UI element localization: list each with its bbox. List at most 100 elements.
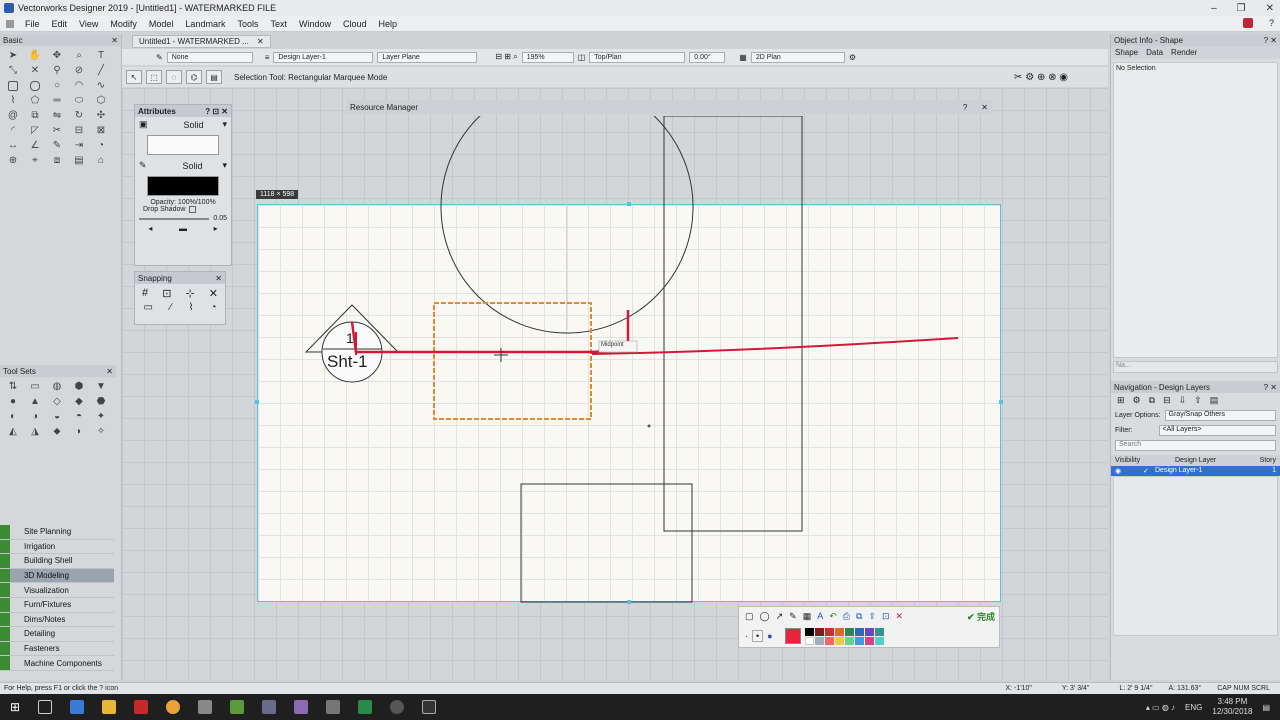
copy-annot-icon[interactable]: ⧉ bbox=[856, 611, 862, 622]
notifications-icon[interactable]: ▤ bbox=[1262, 703, 1270, 712]
annotation-toolbar: ▢ ◯ ↗ ✎ ▦ A ↶ ⎙ ⧉ ⇪ ⊡ ✕ ✔ 完成 · • ● bbox=[738, 606, 1000, 648]
notes-icon[interactable] bbox=[230, 700, 245, 714]
layer-row-story: 1 bbox=[1272, 467, 1276, 474]
console-icon[interactable] bbox=[422, 700, 437, 714]
selection-status: No Selection bbox=[1116, 65, 1156, 72]
object-info-title: Object Info - Shape bbox=[1114, 35, 1183, 45]
filter-label: Filter: bbox=[1115, 427, 1133, 434]
vectorworks-taskbar-icon[interactable] bbox=[390, 700, 405, 714]
visibility-eye-icon[interactable]: ◉ bbox=[1115, 467, 1143, 475]
color-palette[interactable] bbox=[804, 627, 884, 645]
done-annot-label: 完成 bbox=[976, 611, 995, 622]
size-medium-icon[interactable]: • bbox=[752, 630, 764, 642]
share-annot-icon[interactable]: ⇪ bbox=[868, 611, 876, 622]
layer-row-name: Design Layer-1 bbox=[1155, 467, 1203, 474]
nav-new-icon[interactable]: ⊞ bbox=[1117, 395, 1125, 406]
nav-export-icon[interactable]: ⇧ bbox=[1194, 395, 1202, 406]
navigation-title: Navigation - Design Layers bbox=[1114, 382, 1211, 392]
section-marker-number: 1 bbox=[346, 330, 354, 346]
ellipse-annot-icon[interactable]: ◯ bbox=[760, 611, 770, 622]
rect-annot-icon[interactable]: ▢ bbox=[745, 611, 754, 622]
layer-row[interactable]: ◉ ✓ Design Layer-1 1 bbox=[1111, 466, 1280, 476]
nav-edit-icon[interactable]: ⚙ bbox=[1133, 395, 1141, 406]
taskbar: ⊞ ▴ ▭ ◍ ♪ ENG 3:48 PM 12/30/2018 ▤ bbox=[0, 694, 1280, 720]
status-bar: For Help, press F1 or click the ? icon X… bbox=[0, 682, 1280, 694]
clock[interactable]: 3:48 PM 12/30/2018 bbox=[1212, 697, 1252, 717]
red-annotation-line bbox=[591, 337, 959, 355]
settings-icon[interactable] bbox=[326, 700, 341, 714]
navigation-toolbar: ⊞ ⚙ ⧉ ⊟ ⇩ ⇧ ▤ bbox=[1111, 393, 1280, 408]
app-icon[interactable] bbox=[198, 700, 213, 714]
col-story[interactable]: Story bbox=[1260, 457, 1276, 464]
bottom-rectangle bbox=[520, 483, 693, 603]
x-coordinate: X: -1'10" bbox=[1005, 685, 1032, 692]
layer-options-select[interactable]: Gray/Snap Others bbox=[1164, 410, 1276, 421]
active-check-icon: ✓ bbox=[1143, 468, 1149, 475]
clock-time: 3:48 PM bbox=[1217, 697, 1248, 706]
pin-annot-icon[interactable]: ⊡ bbox=[882, 611, 890, 622]
object-info-tabs: Shape Data Render bbox=[1111, 46, 1280, 59]
acrobat-icon[interactable] bbox=[134, 700, 149, 714]
drawing-geometry bbox=[255, 116, 1003, 604]
section-marker-sheet: Sht-1 bbox=[327, 352, 368, 371]
nav-delete-icon[interactable]: ⊟ bbox=[1163, 395, 1171, 406]
canvas-handle bbox=[999, 400, 1003, 404]
nav-import-icon[interactable]: ⇩ bbox=[1179, 395, 1187, 406]
filter-select[interactable]: <All Layers> bbox=[1158, 425, 1276, 436]
tab-data[interactable]: Data bbox=[1146, 48, 1163, 57]
key-indicators: CAP NUM SCRL bbox=[1217, 685, 1270, 692]
navigation-header: Navigation - Design Layers ? ✕ bbox=[1111, 381, 1280, 393]
system-tray: ▴ ▭ ◍ ♪ ENG 3:48 PM 12/30/2018 ▤ bbox=[1146, 694, 1270, 720]
green-app-icon[interactable] bbox=[358, 700, 373, 714]
name-field[interactable]: Na... bbox=[1113, 361, 1278, 373]
ps-icon[interactable] bbox=[262, 700, 277, 714]
save-annot-icon[interactable]: ⎙ bbox=[843, 611, 850, 622]
layer-list bbox=[1113, 476, 1278, 636]
size-large-icon[interactable]: ● bbox=[767, 631, 772, 641]
annotation-colors-row: · • ● bbox=[739, 625, 999, 647]
undo-annot-icon[interactable]: ↶ bbox=[829, 611, 837, 622]
tab-shape[interactable]: Shape bbox=[1115, 48, 1138, 57]
cancel-annot-icon[interactable]: ✕ bbox=[896, 611, 904, 622]
chrome-icon[interactable] bbox=[166, 700, 181, 714]
search-row: Search bbox=[1111, 438, 1280, 453]
col-visibility[interactable]: Visibility bbox=[1115, 457, 1165, 464]
angle-readout: A: 131.63° bbox=[1168, 685, 1202, 692]
nav-stack-icon[interactable]: ▤ bbox=[1210, 395, 1219, 406]
object-info-body: No Selection bbox=[1113, 62, 1278, 358]
layer-columns-header: Visibility Design Layer Story bbox=[1111, 455, 1280, 466]
layer-options-label: Layer Options: bbox=[1115, 412, 1161, 419]
store-icon[interactable] bbox=[70, 700, 85, 714]
explorer-icon[interactable] bbox=[102, 700, 117, 714]
arrow-annot-icon[interactable]: ↗ bbox=[776, 611, 784, 622]
object-info-controls[interactable]: ? ✕ bbox=[1264, 36, 1277, 45]
tab-render[interactable]: Render bbox=[1171, 48, 1197, 57]
canvas-handle bbox=[627, 600, 631, 604]
size-small-icon[interactable]: · bbox=[745, 631, 748, 641]
canvas-handle bbox=[627, 202, 631, 206]
task-view-icon[interactable] bbox=[38, 700, 53, 714]
snap-midpoint-label: Midpoint bbox=[601, 342, 624, 348]
remote-icon[interactable] bbox=[294, 700, 309, 714]
y-coordinate: Y: 3' 3/4" bbox=[1061, 685, 1090, 692]
search-input[interactable]: Search bbox=[1115, 440, 1276, 451]
language-indicator[interactable]: ENG bbox=[1185, 703, 1202, 712]
clock-date: 12/30/2018 bbox=[1212, 707, 1253, 716]
done-annot-button[interactable]: ✔ 完成 bbox=[967, 610, 995, 623]
col-design-layer[interactable]: Design Layer bbox=[1175, 457, 1260, 464]
layer-options-row: Layer Options: Gray/Snap Others bbox=[1111, 408, 1280, 423]
current-color-swatch[interactable] bbox=[784, 628, 801, 644]
text-annot-icon[interactable]: A bbox=[817, 611, 823, 621]
windows-start-icon[interactable]: ⊞ bbox=[10, 700, 20, 714]
center-dot bbox=[647, 424, 651, 428]
canvas-handle bbox=[255, 400, 259, 404]
mosaic-annot-icon[interactable]: ▦ bbox=[803, 611, 812, 622]
pen-annot-icon[interactable]: ✎ bbox=[789, 611, 797, 622]
tall-rectangle bbox=[663, 116, 803, 532]
object-info-header: Object Info - Shape ? ✕ bbox=[1111, 34, 1280, 46]
filter-row: Filter: <All Layers> bbox=[1111, 423, 1280, 438]
nav-duplicate-icon[interactable]: ⧉ bbox=[1149, 395, 1155, 406]
tray-icons[interactable]: ▴ ▭ ◍ ♪ bbox=[1146, 703, 1175, 712]
length-readout: L: 2' 9 1/4" bbox=[1119, 685, 1153, 692]
navigation-controls[interactable]: ? ✕ bbox=[1264, 383, 1277, 392]
